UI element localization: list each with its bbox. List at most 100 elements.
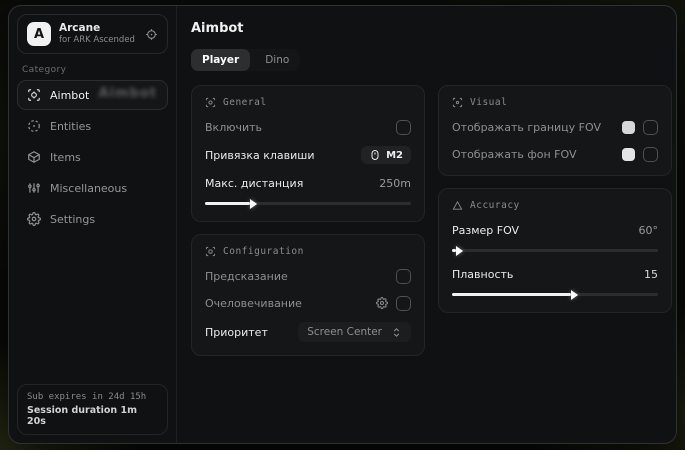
left-column: General Включить Привязка клавиши [191,85,425,356]
fov-background-row: Отображать фон FOV [452,146,658,162]
sub-expires-text: Sub expires in 24d 15h [27,392,158,402]
priority-label: Приоритет [205,326,268,339]
sidebar: A Arcane for ARK Ascended Category [9,6,177,443]
sliders-icon [27,181,41,195]
fov-size-label: Размер FOV [452,224,519,237]
fov-background-label: Отображать фон FOV [452,148,576,161]
tab-bar: Player Dino [191,49,300,71]
brand-text: Arcane for ARK Ascended [59,22,135,46]
focus-icon [205,97,216,108]
humanization-row: Очеловечивание [205,295,411,311]
general-card-title: General [223,97,267,108]
accuracy-card-title: Accuracy [470,200,520,211]
visual-card: Visual Отображать границу FOV Отображать… [438,85,672,176]
visual-card-title: Visual [470,97,507,108]
configuration-card-title: Configuration [223,246,304,257]
fov-background-controls [622,147,658,162]
fov-border-color-swatch[interactable] [622,121,635,134]
sidebar-item-label: Aimbot [50,89,89,102]
fov-border-label: Отображать границу FOV [452,121,601,134]
sidebar-item-items[interactable]: Items [17,142,168,172]
max-distance-row: Макс. дистанция 250m [205,175,411,191]
configuration-card-header: Configuration [205,246,411,257]
right-column: Visual Отображать границу FOV Отображать… [438,85,672,313]
sidebar-item-label: Miscellaneous [50,182,127,195]
general-card: General Включить Привязка клавиши [191,85,425,222]
fov-border-checkbox[interactable] [643,120,658,135]
max-distance-slider[interactable] [205,198,411,208]
brand-name: Arcane [59,22,135,35]
gear-icon[interactable] [376,297,388,309]
app-window: A Arcane for ARK Ascended Category [8,5,677,444]
package-icon [27,150,41,164]
humanization-checkbox[interactable] [396,296,411,311]
max-distance-label: Макс. дистанция [205,177,303,190]
general-card-header: General [205,97,411,108]
chevrons-up-down-icon [391,327,402,338]
smoothness-label: Плавность [452,268,513,281]
enable-row: Включить [205,119,411,135]
main-content: Aimbot Player Dino General [177,6,677,443]
humanization-controls [376,296,411,311]
subscription-info-card: Sub expires in 24d 15h Session duration … [17,384,168,435]
fov-size-value: 60° [639,224,659,237]
prediction-row: Предсказание [205,268,411,284]
enable-label: Включить [205,121,262,134]
fov-background-checkbox[interactable] [643,147,658,162]
tune-icon [205,246,216,257]
smoothness-value: 15 [644,268,658,281]
page-title: Aimbot [191,21,672,36]
session-duration-text: Session duration 1m 20s [27,405,158,427]
brand-logo: A [27,22,51,46]
cards-grid: General Включить Привязка клавиши [191,85,672,356]
sidebar-item-label: Settings [50,213,95,226]
sidebar-item-label: Entities [50,120,91,133]
keybind-value: M2 [386,150,403,161]
category-label: Category [22,65,163,75]
mouse-icon [369,149,381,161]
aimbot-ghost-watermark: Aimbot [98,86,157,101]
crosshair-icon[interactable] [145,28,158,41]
max-distance-value: 250m [379,177,411,190]
brand-subtitle: for ARK Ascended [59,35,135,46]
crosshair-scan-icon [27,88,41,102]
eye-icon [452,97,463,108]
sidebar-item-entities[interactable]: Entities [17,111,168,141]
prediction-checkbox[interactable] [396,269,411,284]
prediction-label: Предсказание [205,270,288,283]
priority-dropdown-value: Screen Center [307,326,382,338]
slider-fill [452,293,571,296]
slider-fill [452,249,456,252]
priority-row: Приоритет Screen Center [205,322,411,342]
tab-player[interactable]: Player [191,49,250,71]
configuration-card: Configuration Предсказание Очеловечивани… [191,234,425,356]
sidebar-nav: Aimbot Aimbot Entities Items [17,80,168,234]
tab-dino[interactable]: Dino [254,49,300,71]
slider-fill [205,202,250,205]
brand-card: A Arcane for ARK Ascended [17,14,168,54]
accuracy-card-header: Accuracy [452,200,658,211]
smoothness-row: Плавность 15 [452,266,658,282]
visual-card-header: Visual [452,97,658,108]
fov-background-color-swatch[interactable] [622,148,635,161]
fov-border-row: Отображать границу FOV [452,119,658,135]
priority-dropdown[interactable]: Screen Center [298,322,411,342]
dashed-circle-icon [27,119,41,133]
sidebar-item-settings[interactable]: Settings [17,204,168,234]
sidebar-item-label: Items [50,151,81,164]
sidebar-item-miscellaneous[interactable]: Miscellaneous [17,173,168,203]
keybind-row: Привязка клавиши M2 [205,146,411,164]
slider-track [452,249,658,252]
fov-border-controls [622,120,658,135]
enable-checkbox[interactable] [396,120,411,135]
gear-icon [27,212,41,226]
sidebar-item-aimbot[interactable]: Aimbot Aimbot [17,80,168,110]
smoothness-slider[interactable] [452,289,658,299]
fov-size-slider[interactable] [452,245,658,255]
keybind-label: Привязка клавиши [205,149,315,162]
fov-size-row: Размер FOV 60° [452,222,658,238]
accuracy-card: Accuracy Размер FOV 60° Плавность 15 [438,188,672,313]
keybind-button[interactable]: M2 [361,146,411,164]
triangle-icon [452,200,463,211]
humanization-label: Очеловечивание [205,297,302,310]
